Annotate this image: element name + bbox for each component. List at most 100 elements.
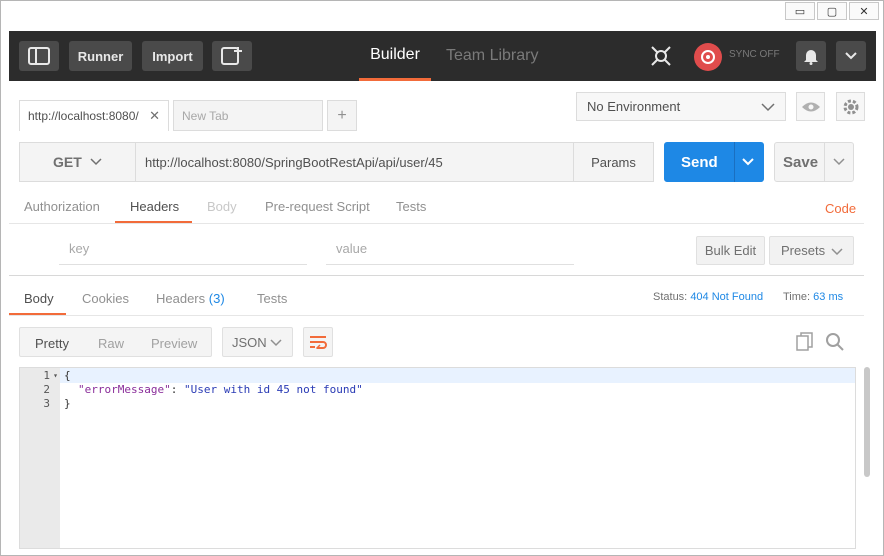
status-value[interactable]: 404 Not Found	[690, 291, 763, 303]
sidebar-icon	[28, 47, 50, 65]
line-number-gutter: 1 ▾ 2 3	[20, 368, 60, 548]
add-tab-button[interactable]: +	[327, 100, 357, 131]
method-select[interactable]: GET	[19, 142, 136, 182]
header-value-input[interactable]: value	[336, 241, 367, 256]
tab-body[interactable]: Body	[207, 199, 237, 214]
app-window: ▭ ▢ ✕ Runner Import Builder Team Library…	[0, 0, 884, 556]
presets-button[interactable]: Presets	[769, 236, 854, 265]
chevron-down-icon	[845, 52, 857, 60]
response-time: Time: 63 ms	[783, 291, 843, 303]
format-value: JSON	[232, 334, 267, 350]
method-value: GET	[53, 154, 82, 170]
interceptor-icon[interactable]	[649, 44, 673, 71]
sidebar-toggle-button[interactable]	[19, 41, 59, 71]
tab-team-library[interactable]: Team Library	[446, 31, 538, 81]
status-label: Status:	[653, 291, 688, 303]
eye-icon	[801, 102, 820, 111]
search-icon[interactable]	[825, 332, 845, 355]
tab-pre-request-script[interactable]: Pre-request Script	[265, 199, 370, 214]
response-headers-count: (3)	[208, 291, 225, 306]
divider	[9, 223, 864, 224]
fold-icon[interactable]: ▾	[53, 371, 58, 380]
line-number: 1	[43, 369, 50, 382]
divider	[9, 275, 864, 276]
json-colon: :	[170, 383, 184, 396]
response-tab-cookies[interactable]: Cookies	[82, 291, 129, 306]
top-toolbar: Runner Import Builder Team Library SYNC …	[9, 31, 876, 81]
save-label: Save	[783, 153, 819, 171]
tab-new[interactable]: New Tab	[173, 100, 323, 131]
header-key-input[interactable]: key	[69, 241, 89, 256]
send-button[interactable]: Send	[664, 142, 764, 182]
maximize-icon[interactable]: ▢	[817, 2, 847, 20]
chevron-down-icon	[90, 158, 102, 166]
time-value: 63 ms	[813, 291, 844, 303]
manage-environments-button[interactable]	[836, 92, 865, 121]
active-line-highlight	[60, 368, 855, 383]
send-label: Send	[681, 153, 718, 171]
chevron-down-icon	[761, 103, 775, 112]
new-window-button[interactable]	[212, 41, 252, 71]
tab-request-label: http://localhost:8080/	[28, 109, 139, 123]
environment-selected: No Environment	[587, 99, 681, 114]
line-number: 2	[43, 383, 50, 396]
environment-quick-look-button[interactable]	[796, 92, 825, 121]
time-label: Time:	[783, 291, 811, 303]
copy-icon[interactable]	[796, 332, 814, 355]
view-pretty-button[interactable]: Pretty	[35, 336, 69, 351]
tab-builder[interactable]: Builder	[359, 31, 431, 81]
tab-authorization[interactable]: Authorization	[24, 199, 100, 214]
window-controls: ▭ ▢ ✕	[783, 2, 879, 20]
gear-icon	[843, 99, 858, 114]
response-tab-body[interactable]: Body	[24, 291, 54, 306]
chevron-down-icon	[270, 339, 282, 347]
notifications-button[interactable]	[796, 41, 826, 71]
wrap-lines-button[interactable]	[303, 327, 333, 357]
settings-menu-button[interactable]	[836, 41, 866, 71]
bulk-edit-button[interactable]: Bulk Edit	[696, 236, 765, 265]
divider	[9, 315, 864, 316]
json-open-brace: {	[64, 369, 71, 382]
response-tab-tests[interactable]: Tests	[257, 291, 287, 306]
environment-select[interactable]: No Environment	[576, 92, 786, 121]
view-raw-button[interactable]: Raw	[98, 336, 124, 351]
close-tab-icon[interactable]: ✕	[149, 108, 160, 124]
chevron-down-icon[interactable]	[833, 158, 845, 166]
response-body-editor[interactable]: 1 ▾ 2 3 { "errorMessage": "User with id …	[19, 367, 856, 549]
line-number: 3	[43, 397, 50, 410]
tab-new-label: New Tab	[182, 108, 229, 123]
scrollbar[interactable]	[864, 367, 870, 477]
bell-icon	[804, 50, 818, 65]
minimize-icon[interactable]: ▭	[785, 2, 815, 20]
sync-status-icon[interactable]	[694, 43, 722, 71]
params-button[interactable]: Params	[573, 142, 654, 182]
json-close-brace: }	[64, 397, 71, 410]
save-button[interactable]: Save	[774, 142, 854, 182]
presets-label: Presets	[781, 243, 826, 258]
response-status: Status: 404 Not Found	[653, 291, 763, 303]
value-underline	[326, 264, 574, 265]
format-select[interactable]: JSON	[222, 327, 293, 357]
tab-tests[interactable]: Tests	[396, 199, 426, 214]
key-underline	[59, 264, 307, 265]
wrap-icon	[310, 336, 327, 349]
response-tab-headers[interactable]: Headers (3)	[156, 291, 225, 306]
json-key: "errorMessage"	[78, 383, 171, 396]
close-icon[interactable]: ✕	[849, 2, 879, 20]
view-preview-button[interactable]: Preview	[151, 336, 197, 351]
chevron-down-icon[interactable]	[742, 158, 754, 166]
tab-headers[interactable]: Headers	[130, 199, 179, 214]
chevron-down-icon	[831, 248, 843, 256]
json-value: "User with id 45 not found"	[183, 383, 363, 396]
runner-button[interactable]: Runner	[69, 41, 132, 71]
send-divider	[734, 142, 735, 182]
json-line: "errorMessage": "User with id 45 not fou…	[78, 383, 363, 396]
response-tab-headers-label: Headers	[156, 291, 206, 306]
new-window-icon	[221, 47, 242, 65]
import-button[interactable]: Import	[142, 41, 203, 71]
response-view-toggle: Pretty Raw Preview	[19, 327, 212, 357]
save-divider	[824, 143, 825, 181]
code-link[interactable]: Code	[825, 201, 856, 216]
url-input[interactable]: http://localhost:8080/SpringBootRestApi/…	[136, 142, 574, 182]
tab-request[interactable]: http://localhost:8080/ ✕	[19, 100, 169, 131]
